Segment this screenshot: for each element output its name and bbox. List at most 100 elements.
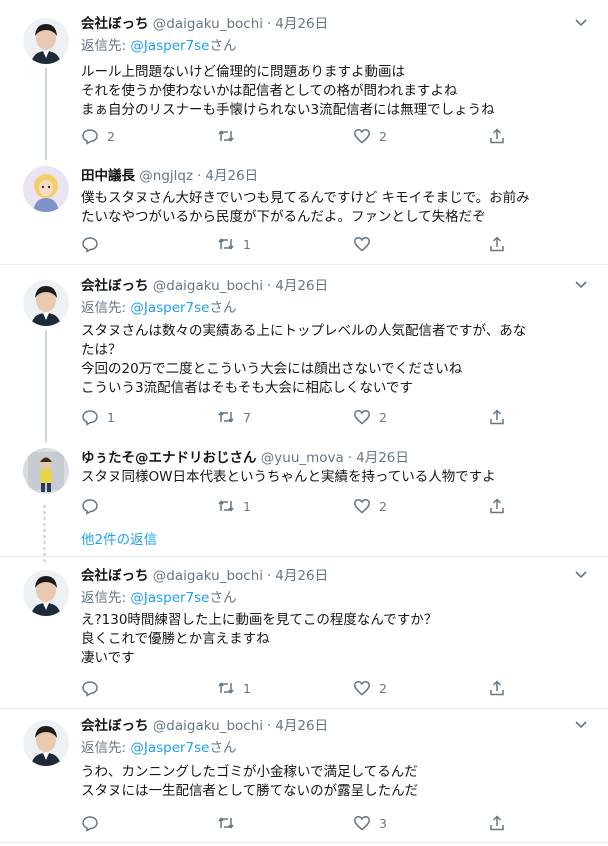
tweet-date[interactable]: 4月26日 — [275, 16, 328, 32]
reply-icon — [82, 816, 98, 832]
tweet[interactable]: 会社ぼっち @daigaku_bochi · 4月26日 返信先: @Jasper7… — [0, 14, 608, 154]
reply-mention[interactable]: @Jasper7se — [130, 590, 209, 606]
divider — [0, 264, 608, 265]
retweet-icon — [218, 500, 234, 512]
like-button[interactable] — [353, 234, 379, 254]
reply-prefix: 返信先: — [81, 740, 131, 756]
heart-icon — [354, 498, 370, 514]
tweet-line: 僕もスタヌさん大好きでいつも見てるんですけど キモイそまじで。お前み — [81, 190, 530, 206]
share-button[interactable] — [488, 813, 506, 833]
share-button[interactable] — [488, 234, 506, 254]
divider — [0, 708, 608, 709]
user-handle[interactable]: @yuu_mova — [261, 450, 344, 466]
retweet-icon — [218, 817, 234, 829]
reply-suffix: さん — [209, 740, 237, 756]
avatar[interactable] — [23, 280, 69, 326]
divider — [0, 842, 608, 843]
share-button[interactable] — [488, 678, 506, 698]
avatar[interactable] — [23, 570, 69, 616]
share-icon — [490, 409, 504, 425]
tweet-line: こういう3流配信者はそもそも大会に相応しくないです — [81, 380, 413, 396]
reply-mention[interactable]: @Jasper7se — [130, 740, 209, 756]
separator-dot: · — [267, 718, 272, 734]
like-count: 2 — [379, 498, 387, 514]
tweet-date[interactable]: 4月26日 — [275, 278, 328, 294]
user-handle[interactable]: @ngjlqz — [139, 168, 193, 184]
tweet[interactable]: 会社ぼっち @daigaku_bochi · 4月26日 返信先: @Jasper7… — [0, 276, 608, 426]
user-handle[interactable]: @daigaku_bochi — [153, 16, 263, 32]
retweet-button[interactable]: 7 — [217, 407, 251, 427]
reply-mention[interactable]: @Jasper7se — [130, 300, 209, 316]
reply-button[interactable]: 2 — [81, 126, 115, 146]
tweet-text: スタヌさんは数々の実績ある上にトップレベルの人気配信者ですが、あな たは？ 今回… — [81, 322, 586, 398]
like-button[interactable]: 2 — [353, 407, 387, 427]
user-handle[interactable]: @daigaku_bochi — [153, 718, 263, 734]
user-handle[interactable]: @daigaku_bochi — [153, 568, 263, 584]
avatar[interactable] — [23, 448, 69, 494]
retweet-icon — [218, 682, 234, 694]
avatar[interactable] — [23, 18, 69, 64]
display-name[interactable]: 会社ぼっち — [81, 16, 149, 32]
reply-icon — [82, 237, 98, 253]
tweet-date[interactable]: 4月26日 — [205, 168, 258, 184]
reply-suffix: さん — [209, 300, 237, 316]
chevron-down-icon[interactable] — [574, 280, 588, 290]
reply-button[interactable]: 1 — [81, 407, 115, 427]
like-count: 3 — [379, 815, 387, 831]
reply-icon — [82, 129, 98, 145]
tweet-line: それを使うか使わないかは配信者としての格が問われますよね — [81, 83, 458, 99]
tweet-date[interactable]: 4月26日 — [275, 718, 328, 734]
share-icon — [490, 236, 504, 252]
reply-mention[interactable]: @Jasper7se — [130, 38, 209, 54]
reply-button[interactable] — [81, 813, 107, 833]
display-name[interactable]: 会社ぼっち — [81, 568, 149, 584]
heart-icon — [354, 128, 370, 144]
chevron-down-icon[interactable] — [574, 720, 588, 730]
chevron-down-icon[interactable] — [574, 570, 588, 580]
retweet-button[interactable]: 1 — [217, 234, 251, 254]
avatar[interactable] — [23, 166, 69, 212]
chevron-down-icon[interactable] — [574, 18, 588, 28]
share-button[interactable] — [488, 126, 506, 146]
retweet-button[interactable] — [217, 813, 243, 833]
tweet-line: スタヌさんは数々の実績ある上にトップレベルの人気配信者ですが、あな — [81, 323, 527, 339]
tweet-line: 良くこれで優勝とか言えますね — [81, 631, 270, 647]
tweet[interactable]: 会社ぼっち @daigaku_bochi · 4月26日 返信先: @Jasper7… — [0, 566, 608, 700]
separator-dot: · — [267, 278, 272, 294]
reply-button[interactable] — [81, 234, 107, 254]
tweet-line: たいなやつがいるから民度が下がるんだよ。ファンとして失格だぞ — [81, 209, 486, 225]
retweet-icon — [218, 130, 234, 142]
retweet-icon — [218, 411, 234, 423]
like-button[interactable]: 2 — [353, 678, 387, 698]
tweet-date[interactable]: 4月26日 — [356, 450, 409, 466]
tweet-date[interactable]: 4月26日 — [275, 568, 328, 584]
share-button[interactable] — [488, 407, 506, 427]
tweet-line: まぁ自分のリスナーも手懐けられない3流配信者には無理でしょうね — [81, 102, 495, 118]
like-button[interactable]: 3 — [353, 813, 387, 833]
like-button[interactable]: 2 — [353, 496, 387, 516]
share-button[interactable] — [488, 496, 506, 516]
display-name[interactable]: 田中議長 — [81, 168, 135, 184]
tweet[interactable]: 会社ぼっち @daigaku_bochi · 4月26日 返信先: @Jasper7… — [0, 716, 608, 836]
avatar[interactable] — [23, 720, 69, 766]
tweet-header: ゆぅたそ@エナドリおじさん @yuu_mova · 4月26日 — [81, 448, 409, 468]
reply-to: 返信先: @Jasper7seさん — [81, 298, 237, 318]
like-button[interactable]: 2 — [353, 126, 387, 146]
retweet-count: 1 — [243, 498, 251, 514]
retweet-button[interactable] — [217, 126, 243, 146]
tweet[interactable]: 田中議長 @ngjlqz · 4月26日 僕もスタヌさん大好きでいつも見てるんですけ… — [0, 166, 608, 258]
retweet-button[interactable]: 1 — [217, 678, 251, 698]
reply-button[interactable] — [81, 678, 107, 698]
more-replies-link[interactable]: 他2件の返信 — [81, 530, 157, 550]
retweet-button[interactable]: 1 — [217, 496, 251, 516]
display-name[interactable]: ゆぅたそ@エナドリおじさん — [81, 450, 257, 466]
display-name[interactable]: 会社ぼっち — [81, 718, 149, 734]
tweet-actions: 2 2 — [81, 126, 511, 146]
user-handle[interactable]: @daigaku_bochi — [153, 278, 263, 294]
heart-icon — [354, 815, 370, 831]
tweet-header: 田中議長 @ngjlqz · 4月26日 — [81, 166, 258, 186]
reply-button[interactable] — [81, 496, 107, 516]
tweet[interactable]: ゆぅたそ@エナドリおじさん @yuu_mova · 4月26日 スタヌ同様OW日本代… — [0, 448, 608, 518]
display-name[interactable]: 会社ぼっち — [81, 278, 149, 294]
reply-count: 1 — [107, 409, 115, 425]
